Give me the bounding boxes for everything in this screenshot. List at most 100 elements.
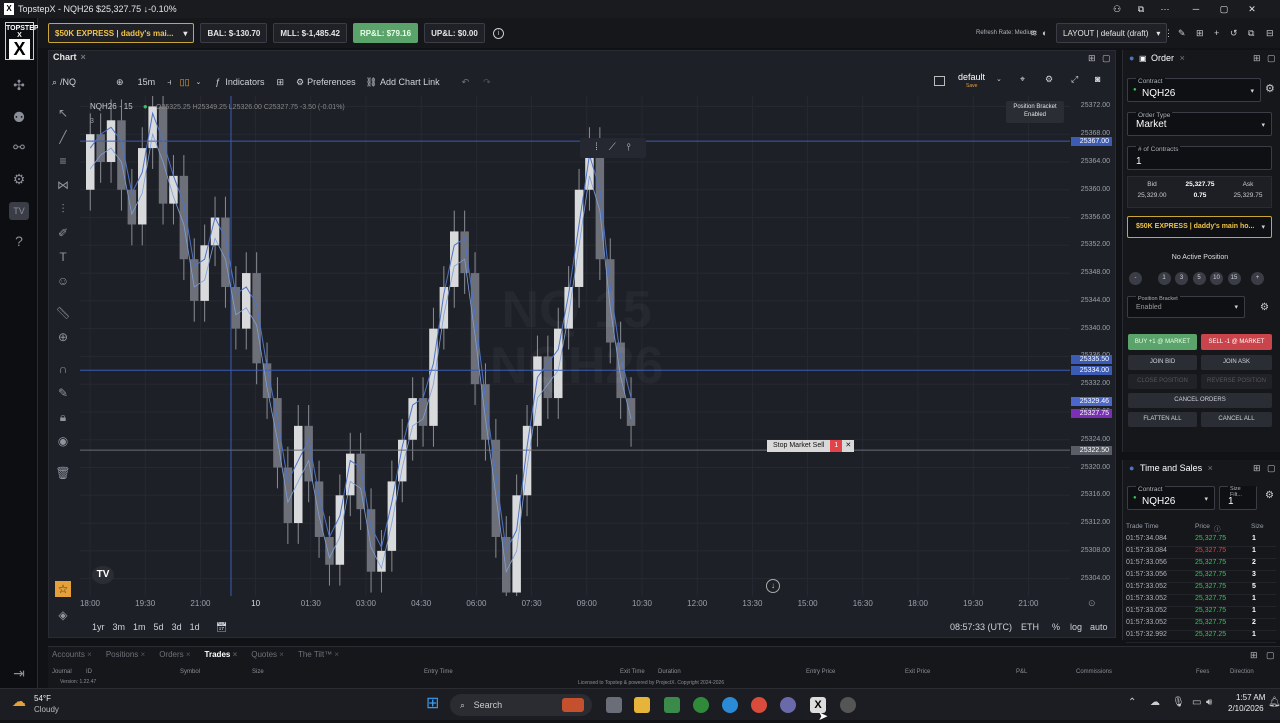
col-id[interactable]: ID bbox=[86, 669, 92, 675]
draw-mode-icon[interactable]: ✎ bbox=[55, 385, 71, 401]
col-symbol[interactable]: Symbol bbox=[180, 669, 200, 675]
interval-select[interactable]: 15m bbox=[138, 77, 156, 87]
chevron-down-icon[interactable]: ⌄ bbox=[996, 75, 1002, 83]
settings-icon[interactable]: ⚙ bbox=[9, 170, 29, 188]
cancel-all-button[interactable]: CANCEL ALL bbox=[1201, 412, 1272, 427]
candles-icon[interactable]: ▯▯ bbox=[180, 77, 190, 88]
tray-chevron-icon[interactable]: ⌃ bbox=[1128, 697, 1136, 708]
topstep-logo[interactable]: TOPSTEP X X bbox=[5, 22, 39, 60]
log-toggle[interactable]: log bbox=[1070, 622, 1082, 632]
maximize-panel-icon[interactable]: ▢ bbox=[1102, 53, 1111, 64]
cancel-orders-button[interactable]: CANCEL ORDERS bbox=[1128, 393, 1272, 408]
weather-desc[interactable]: Cloudy bbox=[34, 705, 59, 714]
qty-button-plus[interactable]: + bbox=[1251, 272, 1264, 285]
close-button[interactable]: ✕ bbox=[1238, 4, 1266, 15]
ts-contract-select[interactable]: Contract ● NQH26 ▾ bbox=[1127, 486, 1215, 510]
fullscreen-icon[interactable]: ⤢ bbox=[1071, 74, 1078, 85]
close-icon[interactable]: × bbox=[81, 52, 86, 62]
col-fees[interactable]: Fees bbox=[1196, 669, 1209, 675]
contrast-icon[interactable]: ◐ bbox=[1042, 28, 1047, 38]
tv-icon[interactable]: TV bbox=[9, 202, 29, 220]
file-explorer-icon[interactable] bbox=[634, 697, 650, 713]
link-icon[interactable]: ⛓ bbox=[366, 77, 377, 88]
volume-icon[interactable]: 🔊︎ bbox=[1206, 697, 1212, 708]
weather-icon[interactable]: ☁ bbox=[12, 693, 26, 710]
xbox-icon[interactable] bbox=[693, 697, 709, 713]
add-panel-icon[interactable]: ⊞ bbox=[1250, 650, 1258, 661]
more-vertical-icon[interactable]: ⋮ bbox=[1164, 28, 1173, 39]
preferences-button[interactable]: Preferences bbox=[307, 77, 356, 87]
mic-icon[interactable]: 🎙︎ bbox=[1172, 697, 1185, 708]
range-button-1m[interactable]: 1m bbox=[133, 622, 146, 632]
line-tool-icon[interactable]: ⟋ bbox=[609, 142, 616, 153]
cancel-order-icon[interactable]: ✕ bbox=[842, 440, 855, 452]
range-button-3d[interactable]: 3d bbox=[172, 622, 182, 632]
extension-icon[interactable]: ⧉ bbox=[1132, 4, 1150, 15]
close-icon[interactable]: × bbox=[230, 650, 238, 659]
magnet-icon[interactable]: ∩ bbox=[55, 361, 71, 377]
ask-block[interactable]: Ask 25,329.75 bbox=[1224, 181, 1272, 199]
zoom-icon[interactable]: ⊕ bbox=[55, 329, 71, 345]
bottom-tab-positions[interactable]: Positions × bbox=[106, 650, 145, 659]
col-journal[interactable]: Journal bbox=[52, 669, 72, 675]
minimize-button[interactable]: ─ bbox=[1182, 4, 1210, 14]
undo-layout-icon[interactable]: ↺ bbox=[1230, 28, 1238, 39]
store-icon[interactable] bbox=[664, 697, 680, 713]
join-ask-button[interactable]: JOIN ASK bbox=[1201, 355, 1272, 370]
close-icon[interactable]: × bbox=[1180, 53, 1185, 63]
axis-settings-icon[interactable]: ⊙ bbox=[1088, 598, 1096, 609]
template-name[interactable]: default bbox=[958, 72, 985, 82]
calendar-icon[interactable]: 📅︎ bbox=[216, 622, 227, 633]
eye-icon[interactable]: ◉ bbox=[55, 433, 71, 449]
col-pl[interactable]: P&L bbox=[1016, 669, 1027, 675]
info-icon[interactable]: i bbox=[492, 27, 504, 39]
qty-button-15[interactable]: 15 bbox=[1227, 272, 1241, 285]
close-position-button[interactable]: CLOSE POSITION bbox=[1128, 374, 1197, 389]
chart-settings-icon[interactable]: ⚙ bbox=[1045, 74, 1053, 85]
percent-toggle[interactable]: % bbox=[1052, 622, 1060, 632]
help-icon[interactable]: ? bbox=[9, 232, 29, 250]
windows-start-icon[interactable]: ⊞ bbox=[426, 696, 442, 712]
col-exittime[interactable]: Exit Time bbox=[620, 669, 645, 675]
forecast-icon[interactable]: ⫶ bbox=[55, 201, 71, 217]
qty-button-minus[interactable]: - bbox=[1129, 272, 1142, 285]
range-button-5d[interactable]: 5d bbox=[154, 622, 164, 632]
account-select[interactable]: $50K EXPRESS | daddy's mai... ▾ bbox=[48, 23, 195, 43]
col-direction[interactable]: Direction bbox=[1230, 669, 1254, 675]
price-axis[interactable]: 25372.00 25368.00 25364.00 25360.00 25356.00… bbox=[1070, 96, 1114, 596]
edge-icon[interactable] bbox=[722, 697, 738, 713]
auto-toggle[interactable]: auto bbox=[1090, 622, 1108, 632]
join-bid-button[interactable]: JOIN BID bbox=[1128, 355, 1197, 370]
trash-icon[interactable]: 🗑︎ bbox=[55, 465, 71, 481]
undo-icon[interactable]: ↶ bbox=[462, 77, 470, 88]
sell-market-button[interactable]: SELL -1 @ MARKET bbox=[1201, 334, 1272, 350]
text-icon[interactable]: T bbox=[55, 249, 71, 265]
qty-button-1[interactable]: 1 bbox=[1157, 272, 1171, 285]
onedrive-icon[interactable]: ☁ bbox=[1150, 697, 1160, 708]
copy-icon[interactable]: ⧉ bbox=[1248, 28, 1254, 39]
favorites-star-icon[interactable]: ☆ bbox=[55, 581, 71, 597]
ruler-icon[interactable]: 📏︎ bbox=[55, 305, 71, 321]
col-exitprice[interactable]: Exit Price bbox=[905, 669, 930, 675]
trendline-icon[interactable]: ╱ bbox=[55, 129, 71, 145]
info-icon[interactable]: ⓘ bbox=[1214, 523, 1221, 533]
range-button-3m[interactable]: 3m bbox=[113, 622, 126, 632]
symbol-search[interactable]: /NQ bbox=[60, 77, 110, 87]
col-entrytime[interactable]: Entry Time bbox=[424, 669, 453, 675]
qty-button-3[interactable]: 3 bbox=[1175, 272, 1188, 285]
pattern-icon[interactable]: ⋈ bbox=[55, 177, 71, 193]
layers-icon[interactable]: ◈ bbox=[55, 607, 71, 623]
maximize-panel-icon[interactable]: ▢ bbox=[1267, 463, 1276, 474]
compare-icon[interactable]: ⊕ bbox=[116, 77, 124, 88]
notifications-icon[interactable]: 🔔︎ bbox=[1268, 697, 1280, 708]
col-commissions[interactable]: Commissions bbox=[1076, 669, 1112, 675]
weather-temp[interactable]: 54°F bbox=[34, 694, 51, 703]
col-duration[interactable]: Duration bbox=[658, 669, 681, 675]
drag-handle-icon[interactable]: ⁞ bbox=[595, 142, 598, 153]
col-entryprice[interactable]: Entry Price bbox=[806, 669, 835, 675]
qty-button-5[interactable]: 5 bbox=[1192, 272, 1206, 285]
maximize-button[interactable]: ▢ bbox=[1210, 4, 1238, 15]
bar-type-icon[interactable]: ⫞ bbox=[167, 77, 172, 88]
chart-tab[interactable]: Chart × bbox=[53, 52, 86, 62]
brush-icon[interactable]: ✐ bbox=[55, 225, 71, 241]
